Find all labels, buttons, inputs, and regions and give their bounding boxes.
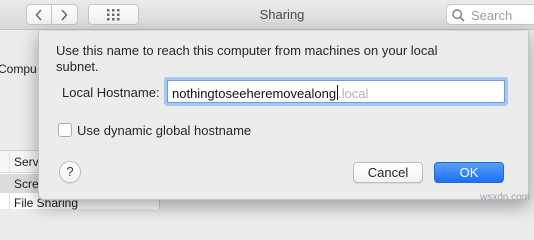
hostname-dialog: Use this name to reach this computer fro… xyxy=(38,31,529,200)
dynamic-hostname-label[interactable]: Use dynamic global hostname xyxy=(77,123,251,138)
forward-button[interactable] xyxy=(52,4,78,25)
search-placeholder: Search xyxy=(471,8,513,23)
dialog-instruction: Use this name to reach this computer fro… xyxy=(56,43,438,74)
service-column-header: Serv xyxy=(14,155,39,169)
window-titlebar: Sharing Search xyxy=(0,0,534,30)
hostname-value: nothingtoseeheremovealong xyxy=(172,86,337,101)
grid-icon xyxy=(107,9,120,21)
search-icon xyxy=(452,9,465,22)
local-hostname-label: Local Hostname: xyxy=(62,85,160,100)
chevron-right-icon xyxy=(61,9,68,21)
window-title: Sharing xyxy=(259,7,305,22)
computer-name-label: Compu xyxy=(0,62,37,76)
chevron-left-icon xyxy=(35,9,42,21)
show-all-button[interactable] xyxy=(88,4,139,25)
back-button[interactable] xyxy=(26,4,52,25)
watermark: wsxdn.com xyxy=(480,192,531,203)
dynamic-hostname-checkbox[interactable] xyxy=(58,123,72,137)
list-item-label: Scre xyxy=(14,177,39,191)
ok-button[interactable]: OK xyxy=(434,162,504,183)
help-button[interactable]: ? xyxy=(59,161,81,183)
hostname-suffix: .local xyxy=(338,86,369,101)
local-hostname-input[interactable]: nothingtoseeheremovealong .local xyxy=(167,80,505,103)
search-input[interactable]: Search xyxy=(446,4,534,25)
cancel-button[interactable]: Cancel xyxy=(353,162,423,183)
